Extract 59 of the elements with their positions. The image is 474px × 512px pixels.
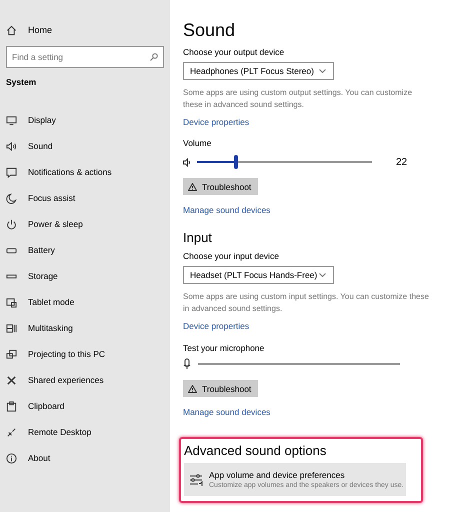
monitor-icon	[6, 114, 17, 126]
volume-value: 22	[396, 156, 408, 168]
multitasking-icon	[6, 322, 17, 334]
clipboard-icon	[6, 400, 17, 412]
slider-thumb[interactable]	[234, 155, 238, 169]
chevron-down-icon	[319, 273, 326, 277]
search-icon	[150, 53, 158, 61]
home-icon	[6, 24, 17, 36]
section-heading: Input	[183, 230, 212, 246]
search-field[interactable]: Find a setting	[6, 46, 164, 68]
tablet-icon	[6, 296, 17, 308]
moon-icon	[6, 192, 17, 204]
field-label: Choose your input device	[183, 250, 279, 262]
speaker-icon	[6, 140, 17, 152]
sidebar-item[interactable]: Tablet mode	[0, 289, 170, 315]
sliders-icon	[189, 474, 203, 486]
sidebar-item[interactable]: Sound	[0, 133, 170, 159]
sidebar-item[interactable]: Multitasking	[0, 315, 170, 341]
sidebar-item[interactable]: Display	[0, 107, 170, 133]
device-dropdown[interactable]: Headset (PLT Focus Hands-Free)	[183, 266, 334, 284]
sidebar-item[interactable]: Battery	[0, 237, 170, 263]
info-text: Some apps are using custom input settings. You can customize these in advanced sound settings.	[183, 291, 430, 315]
field-label: Test your microphone	[183, 342, 264, 354]
chevron-down-icon	[319, 69, 326, 73]
device-properties-link[interactable]: Device properties	[183, 116, 250, 128]
manage-devices-link[interactable]: Manage sound devices	[183, 406, 270, 418]
field-label: Choose your output device	[183, 46, 284, 58]
microphone-icon	[183, 358, 191, 370]
power-icon	[6, 218, 17, 230]
info-icon	[6, 452, 17, 464]
shared-icon	[6, 374, 17, 386]
sidebar-item[interactable]: Storage	[0, 263, 170, 289]
sidebar-item[interactable]: Projecting to this PC	[0, 341, 170, 367]
item-title: App volume and device preferences	[209, 470, 346, 480]
field-label: Volume	[183, 137, 212, 149]
troubleshoot-button[interactable]: Troubleshoot	[183, 380, 258, 397]
section-heading: System	[6, 77, 38, 89]
device-properties-link[interactable]: Device properties	[183, 320, 250, 332]
sidebar-item[interactable]: Focus assist	[0, 185, 170, 211]
sidebar-item[interactable]: Shared experiences	[0, 367, 170, 393]
warning-icon	[188, 384, 197, 392]
troubleshoot-button[interactable]: Troubleshoot	[183, 178, 258, 195]
sidebar-item[interactable]: About	[0, 445, 170, 471]
section-heading: Advanced sound options	[184, 443, 328, 459]
sidebar-item[interactable]: Notifications & actions	[0, 159, 170, 185]
message-icon	[6, 166, 17, 178]
sidebar-item[interactable]: Clipboard	[0, 393, 170, 419]
sidebar-item[interactable]: Power & sleep	[0, 211, 170, 237]
sidebar-item[interactable]: Remote Desktop	[0, 419, 170, 445]
remote-icon	[6, 426, 17, 438]
info-text: Some apps are using custom output settings. You can customize these in advanced sound settings.	[183, 87, 414, 111]
page-title: Sound	[183, 19, 236, 42]
home-nav-item[interactable]: Home	[0, 22, 170, 38]
warning-icon	[188, 182, 197, 190]
manage-devices-link[interactable]: Manage sound devices	[183, 204, 270, 216]
volume-slider[interactable]	[195, 155, 374, 169]
speaker-icon	[183, 158, 191, 166]
device-dropdown[interactable]: Headphones (PLT Focus Stereo)	[183, 62, 334, 80]
projector-icon	[6, 348, 17, 360]
